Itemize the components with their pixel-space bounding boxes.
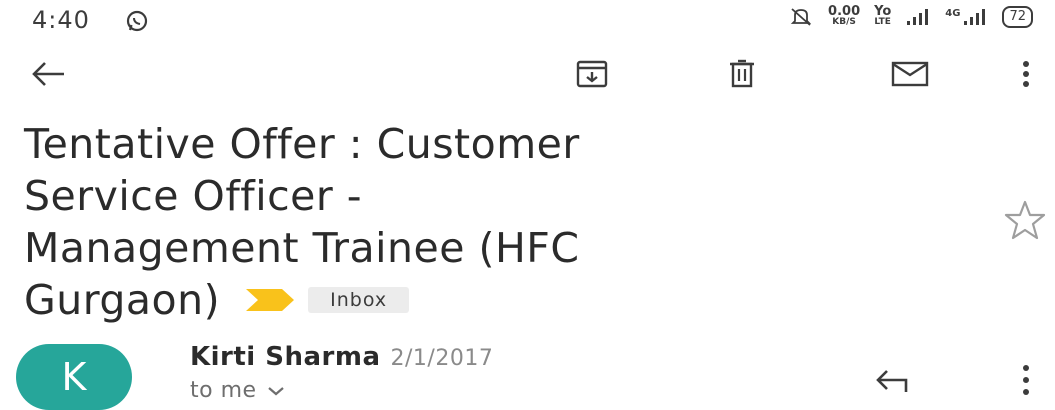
sender-name: Kirti Sharma xyxy=(190,342,381,372)
more-vert-icon[interactable] xyxy=(1008,360,1044,400)
archive-button[interactable] xyxy=(572,54,612,94)
archive-icon xyxy=(576,60,608,88)
email-toolbar xyxy=(0,48,1055,100)
delete-button[interactable] xyxy=(722,54,762,94)
volte-indicator: Yo LTE xyxy=(874,4,892,28)
subject-line-4: Gurgaon) xyxy=(24,276,221,324)
status-icons: 0.00 KB/S Yo LTE 4G 72 xyxy=(788,4,1033,28)
email-subject: Tentative Offer : Customer Service Offic… xyxy=(24,118,974,326)
delete-icon xyxy=(730,59,754,88)
net-speed-unit: KB/S xyxy=(832,17,856,27)
back-arrow-icon xyxy=(32,62,64,86)
more-options-button[interactable] xyxy=(1008,54,1044,94)
volte-top: Yo xyxy=(874,4,892,19)
net-speed: 0.00 KB/S xyxy=(828,4,861,28)
sender-row: K Kirti Sharma 2/1/2017 to me xyxy=(0,330,1055,410)
recipient-text: to me xyxy=(190,378,257,403)
status-bar: 4:40 0.00 KB/S Yo LTE 4G 72 xyxy=(0,0,1055,44)
subject-line-4-row: Gurgaon) Inbox xyxy=(24,274,974,326)
mail-icon xyxy=(891,61,929,87)
battery-indicator: 72 xyxy=(1002,6,1033,28)
net-speed-value: 0.00 xyxy=(828,4,861,19)
subject-line-1: Tentative Offer : Customer xyxy=(24,120,580,168)
inbox-label-chip[interactable]: Inbox xyxy=(308,287,410,313)
reply-icon[interactable] xyxy=(872,360,912,400)
back-button[interactable] xyxy=(28,54,68,94)
importance-marker-icon[interactable] xyxy=(242,287,298,313)
email-date: 2/1/2017 xyxy=(390,346,494,371)
sender-details: Kirti Sharma 2/1/2017 xyxy=(190,342,493,372)
status-time: 4:40 xyxy=(32,6,90,34)
network-type: 4G xyxy=(945,7,961,19)
subject-line-3: Management Trainee (HFC xyxy=(24,224,580,272)
chevron-down-icon xyxy=(267,386,284,395)
signal-icon xyxy=(907,9,929,25)
volte-bottom: LTE xyxy=(874,17,891,27)
subject-line-2: Service Officer - xyxy=(24,172,363,220)
signal-icon xyxy=(964,9,986,25)
star-icon[interactable] xyxy=(1003,198,1047,242)
mute-icon xyxy=(790,8,812,26)
sender-avatar[interactable]: K xyxy=(16,344,132,410)
whatsapp-icon xyxy=(126,10,148,32)
mark-unread-button[interactable] xyxy=(882,54,938,94)
recipient-toggle[interactable]: to me xyxy=(190,378,285,403)
more-vert-icon xyxy=(1023,61,1029,87)
